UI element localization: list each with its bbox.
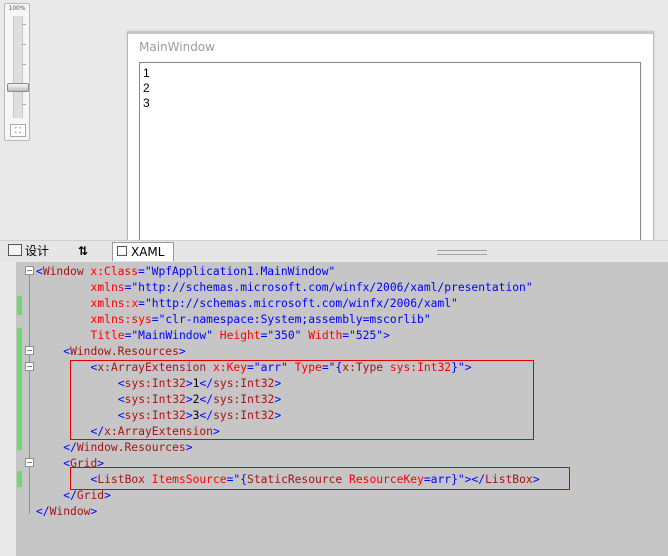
code-token: </: [63, 489, 77, 502]
code-token: WpfApplication1.MainWindow: [151, 265, 329, 278]
array-extension-highlight: [70, 360, 534, 440]
code-token: >: [90, 505, 98, 518]
code-token: ": [423, 313, 431, 326]
tab-xaml[interactable]: XAML: [112, 242, 174, 261]
zoom-track[interactable]: [13, 16, 23, 118]
code-token: <: [36, 265, 43, 278]
code-token: MainWindow: [138, 329, 207, 342]
code-token: Grid: [76, 489, 105, 502]
code-token: x:Class: [83, 265, 139, 278]
collapse-toggle[interactable]: −: [25, 266, 34, 275]
outline-guide: [29, 274, 30, 514]
code-token: 525: [355, 329, 377, 342]
list-item[interactable]: 2: [143, 81, 150, 95]
code-token: =": [151, 313, 166, 326]
code-token: ": [451, 297, 458, 310]
code-token: >: [185, 441, 193, 454]
zoom-level-label: 100%: [8, 5, 26, 12]
code-token: 350: [274, 329, 295, 342]
code-token: Window: [42, 265, 84, 278]
designer-surface[interactable]: 100% ⛶ MainWindow 1 2 3: [0, 0, 668, 254]
change-indicator: [17, 471, 22, 487]
change-indicator: [17, 296, 22, 315]
view-tab-strip: 设计 ⇅ XAML: [0, 240, 668, 263]
code-token: Title: [90, 329, 125, 342]
collapse-toggle[interactable]: −: [25, 362, 34, 371]
code-line[interactable]: xmlns="http://schemas.microsoft.com/winf…: [91, 280, 533, 296]
code-token: =": [124, 329, 139, 342]
tab-design[interactable]: 设计: [8, 242, 68, 261]
swap-panes-button[interactable]: ⇅: [78, 242, 96, 261]
wpf-window-preview[interactable]: MainWindow 1 2 3: [127, 31, 654, 254]
code-token: Width: [301, 329, 343, 342]
code-token: =": [124, 281, 139, 294]
listbox-preview[interactable]: 1 2 3: [139, 62, 641, 254]
code-line[interactable]: Title="MainWindow" Height="350" Width="5…: [91, 328, 390, 344]
code-token: Window: [49, 505, 91, 518]
code-token: =": [260, 329, 275, 342]
code-line[interactable]: xmlns:sys="clr-namespace:System;assembly…: [91, 312, 431, 328]
code-token: =": [138, 265, 152, 278]
code-token: ": [206, 329, 213, 342]
code-token: xmlns:x: [90, 297, 139, 310]
zoom-slider[interactable]: 100% ⛶: [4, 3, 30, 141]
zoom-tick: [22, 24, 26, 25]
change-indicator: [17, 328, 22, 450]
code-token: =": [342, 329, 356, 342]
code-line[interactable]: xmlns:x="http://schemas.microsoft.com/wi…: [91, 296, 458, 312]
code-token: http://schemas.microsoft.com/winfx/2006/…: [138, 281, 526, 294]
collapse-toggle[interactable]: −: [25, 346, 34, 355]
zoom-tick: [22, 104, 26, 105]
code-token: http://schemas.microsoft.com/winfx/2006/…: [151, 297, 452, 310]
tab-design-label: 设计: [25, 244, 50, 258]
code-token: clr-namespace:System;assembly=mscorlib: [165, 313, 424, 326]
code-line[interactable]: <Window x:Class="WpfApplication1.MainWin…: [36, 264, 335, 280]
code-token: </: [63, 441, 77, 454]
fit-to-window-icon[interactable]: ⛶: [10, 124, 26, 137]
code-token: </: [36, 505, 50, 518]
pane-splitter-grip[interactable]: [437, 250, 487, 255]
xaml-code-editor[interactable]: − − − − <Window x:Class="WpfApplication1…: [0, 262, 668, 556]
code-line[interactable]: </Window.Resources>: [63, 440, 192, 456]
zoom-tick: [22, 44, 26, 45]
tab-xaml-label: XAML: [131, 245, 165, 259]
code-token: Height: [213, 329, 261, 342]
code-token: =": [138, 297, 152, 310]
code-token: Window.Resources: [76, 441, 186, 454]
collapse-toggle[interactable]: −: [25, 458, 34, 467]
editor-margin: [0, 262, 16, 556]
code-token: >: [104, 489, 111, 502]
code-token: xmlns: [90, 281, 125, 294]
listbox-line-highlight: [70, 467, 570, 490]
code-token: >: [178, 345, 186, 358]
design-view-icon: [8, 244, 22, 256]
code-token: ": [328, 265, 336, 278]
zoom-tick: [22, 64, 26, 65]
list-item[interactable]: 1: [143, 66, 150, 80]
code-token: ": [525, 281, 533, 294]
zoom-thumb[interactable]: [7, 83, 29, 92]
code-token: ">: [376, 329, 390, 342]
code-line[interactable]: </Grid>: [63, 488, 111, 504]
code-token: xmlns:sys: [90, 313, 152, 326]
list-item[interactable]: 3: [143, 96, 150, 110]
window-title: MainWindow: [139, 40, 215, 54]
code-token: Window.Resources: [70, 345, 179, 358]
code-line[interactable]: </Window>: [36, 504, 97, 520]
code-line[interactable]: <Window.Resources>: [63, 344, 185, 360]
xaml-view-icon: [117, 246, 127, 256]
